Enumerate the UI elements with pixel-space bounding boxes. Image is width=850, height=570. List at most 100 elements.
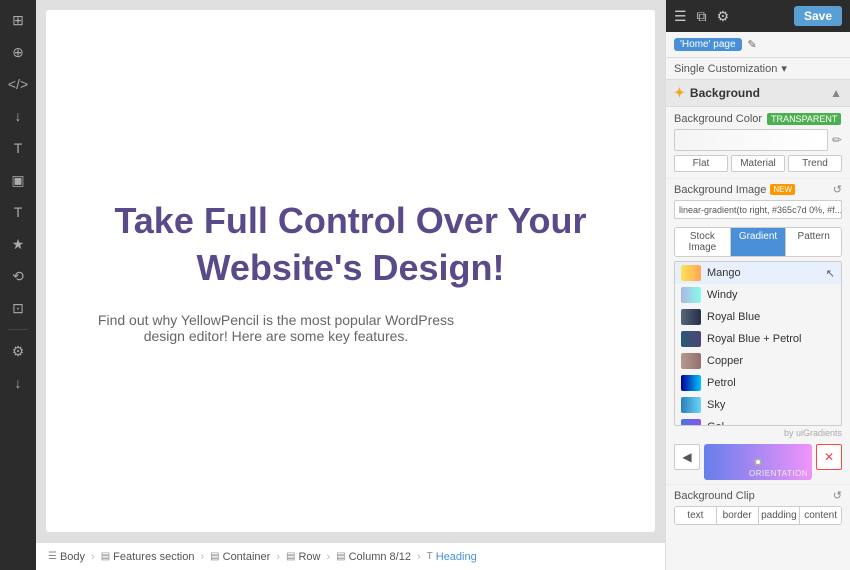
bg-color-label: Background Color — [674, 113, 762, 125]
single-customization[interactable]: Single Customization ▾ — [666, 58, 850, 80]
save-button[interactable]: Save — [794, 6, 842, 26]
tool-search[interactable]: ⊕ — [4, 38, 32, 66]
bg-image-label: Background Image — [674, 184, 766, 196]
panel-topbar: ☰ ⧉ ⚙ Save — [666, 0, 850, 32]
gradients-credit: by uiGradients — [666, 426, 850, 440]
container-icon: ▤ — [210, 551, 219, 562]
breadcrumb-heading[interactable]: T Heading — [423, 549, 481, 565]
breadcrumb-body[interactable]: ☰ Body — [44, 549, 89, 565]
tab-pattern[interactable]: Pattern — [786, 228, 841, 256]
breadcrumb-arrow-3: › — [276, 551, 280, 563]
gradient-royal-blue-petrol[interactable]: Royal Blue + Petrol — [675, 328, 841, 350]
section-header-left: ✦ Background — [674, 85, 760, 101]
dropdown-chevron-icon: ▾ — [781, 62, 787, 75]
reset-icon[interactable]: ↺ — [833, 183, 842, 196]
gradient-gel[interactable]: Gel — [675, 416, 841, 426]
breadcrumb-column[interactable]: ▤ Column 8/12 — [332, 549, 415, 565]
breadcrumb-arrow-2: › — [201, 551, 205, 563]
section-header-background: ✦ Background ▲ — [666, 80, 850, 107]
color-swatch-input[interactable] — [674, 129, 828, 151]
flat-button[interactable]: Flat — [674, 155, 728, 172]
eyedropper-icon[interactable]: ✏ — [832, 133, 842, 147]
breadcrumb-container[interactable]: ▤ Container — [206, 549, 274, 565]
breadcrumb-arrow-1: › — [91, 551, 95, 563]
orientation-dot — [754, 458, 762, 466]
bg-color-label-row: Background Color TRANSPARENT — [674, 113, 842, 125]
duplicate-icon[interactable]: ⧉ — [697, 8, 707, 25]
copper-swatch — [681, 353, 701, 369]
canvas-area: Take Full Control Over Your Website's De… — [36, 0, 665, 570]
mango-swatch — [681, 265, 701, 281]
tool-type[interactable]: T — [4, 134, 32, 162]
gradient-mango[interactable]: Mango ↖ — [675, 262, 841, 284]
gradient-sky-label: Sky — [707, 399, 725, 411]
breadcrumb-features-label: Features section — [113, 551, 194, 563]
material-button[interactable]: Material — [731, 155, 785, 172]
tool-layers[interactable]: ⊡ — [4, 294, 32, 322]
tool-grid[interactable]: ⊞ — [4, 6, 32, 34]
panel-body: 'Home' page ✎ Single Customization ▾ ✦ B… — [666, 32, 850, 570]
gradient-windy[interactable]: Windy — [675, 284, 841, 306]
tool-textbox[interactable]: T — [4, 198, 32, 226]
tool-star[interactable]: ★ — [4, 230, 32, 258]
breadcrumb-row[interactable]: ▤ Row — [282, 549, 324, 565]
gradient-mango-label: Mango — [707, 267, 741, 279]
gradient-copper-label: Copper — [707, 355, 743, 367]
bg-image-row: Background Image NEW ↺ linear-gradient(t… — [666, 178, 850, 223]
tab-stock-image[interactable]: Stock Image — [675, 228, 731, 256]
petrol-swatch — [681, 375, 701, 391]
hamburger-icon[interactable]: ☰ — [674, 8, 687, 25]
gradient-royal-blue[interactable]: Royal Blue — [675, 306, 841, 328]
gradient-sky[interactable]: Sky — [675, 394, 841, 416]
gradient-petrol[interactable]: Petrol — [675, 372, 841, 394]
topbar-left: ☰ ⧉ ⚙ — [674, 8, 729, 25]
orient-delete-button[interactable]: ✕ — [816, 444, 842, 470]
section-title: Background — [690, 86, 760, 100]
clip-tab-content[interactable]: content — [800, 507, 841, 524]
trend-button[interactable]: Trend — [788, 155, 842, 172]
canvas-text-area: Take Full Control Over Your Website's De… — [46, 158, 655, 384]
style-buttons: Flat Material Trend — [674, 155, 842, 172]
tool-box[interactable]: ▣ — [4, 166, 32, 194]
settings-icon[interactable]: ⚙ — [717, 8, 730, 25]
canvas-headline: Take Full Control Over Your Website's De… — [86, 198, 615, 292]
orientation-label: ORIENTATION — [749, 469, 808, 478]
tab-gradient[interactable]: Gradient — [731, 228, 787, 256]
row-icon: ▤ — [286, 551, 295, 562]
page-tag[interactable]: 'Home' page — [674, 38, 742, 51]
orient-prev-button[interactable]: ◀ — [674, 444, 700, 470]
page-edit-icon[interactable]: ✎ — [748, 38, 757, 51]
cursor-mango-indicator: ↖ — [826, 267, 835, 280]
breadcrumb-arrow-5: › — [417, 551, 421, 563]
section-collapse-icon[interactable]: ▲ — [830, 86, 842, 100]
gradient-list: Mango ↖ Windy Royal Blue Royal Blue + Pe… — [674, 261, 842, 426]
tool-undo[interactable]: ⟲ — [4, 262, 32, 290]
tool-settings[interactable]: ⚙ — [4, 337, 32, 365]
clip-tab-text[interactable]: text — [675, 507, 717, 524]
sky-swatch — [681, 397, 701, 413]
clip-tabs: text border padding content — [674, 506, 842, 525]
clip-reset-icon[interactable]: ↺ — [833, 489, 842, 502]
image-value: linear-gradient(to right, #365c7d 0%, #f… — [679, 205, 842, 215]
tool-more[interactable]: ↓ — [4, 369, 32, 397]
orientation-preview[interactable]: ORIENTATION — [704, 444, 812, 480]
clip-tab-border[interactable]: border — [717, 507, 759, 524]
bg-clip-section: Background Clip ↺ text border padding co… — [666, 484, 850, 529]
tool-code[interactable]: </> — [4, 70, 32, 98]
breadcrumb-features[interactable]: ▤ Features section — [97, 549, 199, 565]
windy-swatch — [681, 287, 701, 303]
clip-tab-padding[interactable]: padding — [759, 507, 801, 524]
tool-arrow[interactable]: ↓ — [4, 102, 32, 130]
background-star-icon: ✦ — [674, 85, 685, 101]
gel-swatch — [681, 419, 701, 426]
gradient-royal-blue-label: Royal Blue — [707, 311, 760, 323]
gradient-copper[interactable]: Copper — [675, 350, 841, 372]
breadcrumb-column-label: Column 8/12 — [349, 551, 411, 563]
image-input-box[interactable]: linear-gradient(to right, #365c7d 0%, #f… — [674, 200, 842, 219]
breadcrumb-arrow-4: › — [326, 551, 330, 563]
gradient-petrol-label: Petrol — [707, 377, 736, 389]
single-customization-label: Single Customization — [674, 63, 777, 75]
breadcrumb-heading-label: Heading — [436, 551, 477, 563]
transparent-badge: TRANSPARENT — [767, 113, 841, 125]
panel-page-header: 'Home' page ✎ — [666, 32, 850, 58]
